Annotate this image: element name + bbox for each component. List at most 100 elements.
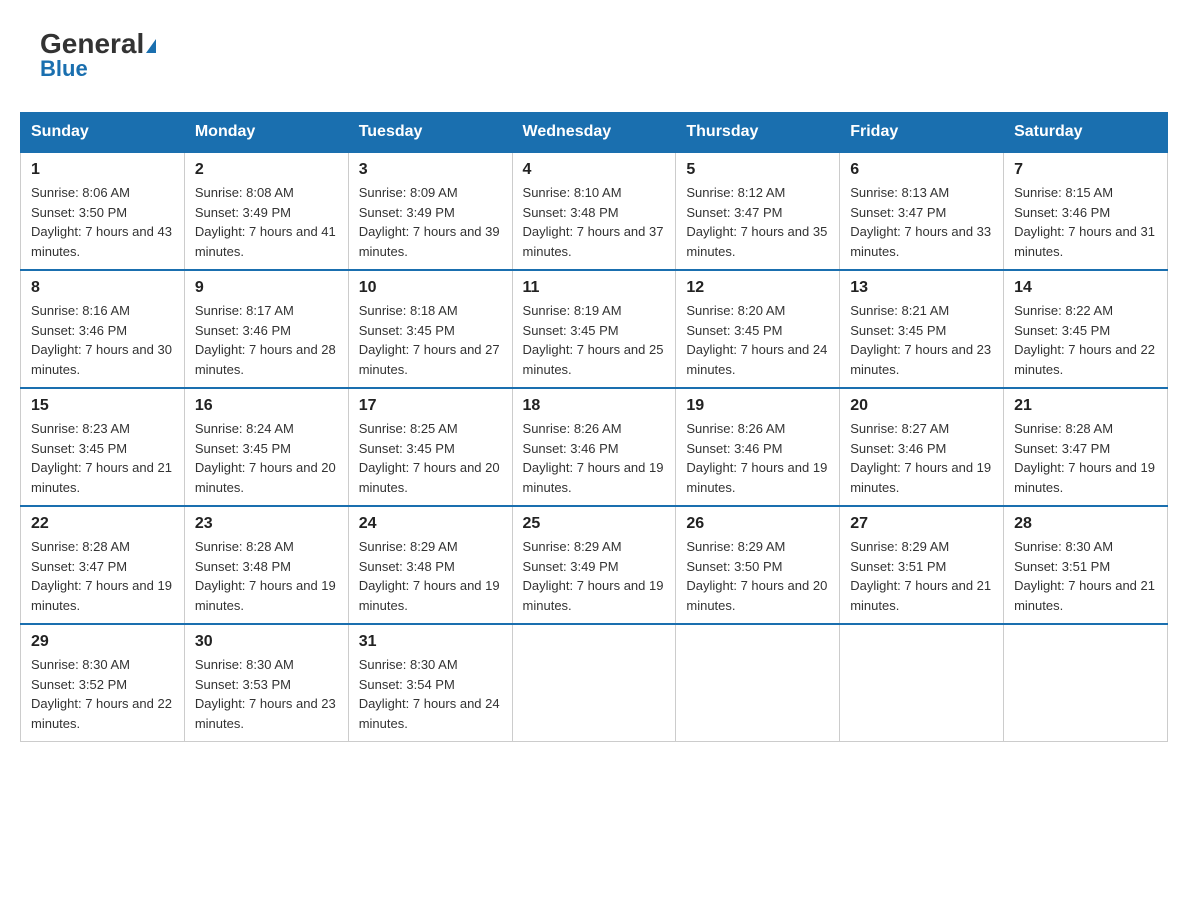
calendar-day-1: 1 Sunrise: 8:06 AMSunset: 3:50 PMDayligh… [21, 152, 185, 270]
day-number: 25 [523, 515, 666, 533]
day-number: 5 [686, 161, 829, 179]
logo: General Blue [40, 30, 156, 82]
calendar-day-23: 23 Sunrise: 8:28 AMSunset: 3:48 PMDaylig… [184, 506, 348, 624]
day-info: Sunrise: 8:17 AMSunset: 3:46 PMDaylight:… [195, 303, 336, 377]
calendar-header-friday: Friday [840, 113, 1004, 153]
day-info: Sunrise: 8:26 AMSunset: 3:46 PMDaylight:… [686, 421, 827, 495]
day-info: Sunrise: 8:16 AMSunset: 3:46 PMDaylight:… [31, 303, 172, 377]
calendar-day-29: 29 Sunrise: 8:30 AMSunset: 3:52 PMDaylig… [21, 624, 185, 742]
day-info: Sunrise: 8:25 AMSunset: 3:45 PMDaylight:… [359, 421, 500, 495]
day-info: Sunrise: 8:29 AMSunset: 3:49 PMDaylight:… [523, 539, 664, 613]
calendar-day-3: 3 Sunrise: 8:09 AMSunset: 3:49 PMDayligh… [348, 152, 512, 270]
day-info: Sunrise: 8:26 AMSunset: 3:46 PMDaylight:… [523, 421, 664, 495]
calendar-day-8: 8 Sunrise: 8:16 AMSunset: 3:46 PMDayligh… [21, 270, 185, 388]
day-number: 11 [523, 279, 666, 297]
calendar-day-28: 28 Sunrise: 8:30 AMSunset: 3:51 PMDaylig… [1004, 506, 1168, 624]
calendar-header-saturday: Saturday [1004, 113, 1168, 153]
day-info: Sunrise: 8:29 AMSunset: 3:51 PMDaylight:… [850, 539, 991, 613]
calendar-day-14: 14 Sunrise: 8:22 AMSunset: 3:45 PMDaylig… [1004, 270, 1168, 388]
calendar-day-15: 15 Sunrise: 8:23 AMSunset: 3:45 PMDaylig… [21, 388, 185, 506]
calendar-week-row: 29 Sunrise: 8:30 AMSunset: 3:52 PMDaylig… [21, 624, 1168, 742]
calendar-day-5: 5 Sunrise: 8:12 AMSunset: 3:47 PMDayligh… [676, 152, 840, 270]
calendar-week-row: 8 Sunrise: 8:16 AMSunset: 3:46 PMDayligh… [21, 270, 1168, 388]
calendar-day-31: 31 Sunrise: 8:30 AMSunset: 3:54 PMDaylig… [348, 624, 512, 742]
day-number: 2 [195, 161, 338, 179]
day-number: 22 [31, 515, 174, 533]
day-number: 20 [850, 397, 993, 415]
calendar-week-row: 1 Sunrise: 8:06 AMSunset: 3:50 PMDayligh… [21, 152, 1168, 270]
calendar-day-4: 4 Sunrise: 8:10 AMSunset: 3:48 PMDayligh… [512, 152, 676, 270]
day-number: 18 [523, 397, 666, 415]
day-number: 31 [359, 633, 502, 651]
calendar-day-26: 26 Sunrise: 8:29 AMSunset: 3:50 PMDaylig… [676, 506, 840, 624]
calendar-header-wednesday: Wednesday [512, 113, 676, 153]
calendar-day-13: 13 Sunrise: 8:21 AMSunset: 3:45 PMDaylig… [840, 270, 1004, 388]
day-info: Sunrise: 8:06 AMSunset: 3:50 PMDaylight:… [31, 185, 172, 259]
day-info: Sunrise: 8:12 AMSunset: 3:47 PMDaylight:… [686, 185, 827, 259]
calendar-day-16: 16 Sunrise: 8:24 AMSunset: 3:45 PMDaylig… [184, 388, 348, 506]
day-number: 21 [1014, 397, 1157, 415]
day-number: 23 [195, 515, 338, 533]
logo-triangle-icon [146, 39, 156, 53]
calendar-empty-cell [840, 624, 1004, 742]
day-number: 4 [523, 161, 666, 179]
calendar-header-sunday: Sunday [21, 113, 185, 153]
calendar-header-row: SundayMondayTuesdayWednesdayThursdayFrid… [21, 113, 1168, 153]
day-info: Sunrise: 8:19 AMSunset: 3:45 PMDaylight:… [523, 303, 664, 377]
day-number: 28 [1014, 515, 1157, 533]
day-number: 27 [850, 515, 993, 533]
calendar-empty-cell [676, 624, 840, 742]
day-info: Sunrise: 8:27 AMSunset: 3:46 PMDaylight:… [850, 421, 991, 495]
calendar-day-10: 10 Sunrise: 8:18 AMSunset: 3:45 PMDaylig… [348, 270, 512, 388]
day-info: Sunrise: 8:30 AMSunset: 3:52 PMDaylight:… [31, 657, 172, 731]
day-info: Sunrise: 8:08 AMSunset: 3:49 PMDaylight:… [195, 185, 336, 259]
day-info: Sunrise: 8:13 AMSunset: 3:47 PMDaylight:… [850, 185, 991, 259]
day-number: 9 [195, 279, 338, 297]
day-number: 14 [1014, 279, 1157, 297]
day-number: 3 [359, 161, 502, 179]
calendar-day-18: 18 Sunrise: 8:26 AMSunset: 3:46 PMDaylig… [512, 388, 676, 506]
calendar-day-11: 11 Sunrise: 8:19 AMSunset: 3:45 PMDaylig… [512, 270, 676, 388]
day-info: Sunrise: 8:28 AMSunset: 3:47 PMDaylight:… [1014, 421, 1155, 495]
day-number: 24 [359, 515, 502, 533]
day-info: Sunrise: 8:20 AMSunset: 3:45 PMDaylight:… [686, 303, 827, 377]
day-number: 1 [31, 161, 174, 179]
calendar-day-19: 19 Sunrise: 8:26 AMSunset: 3:46 PMDaylig… [676, 388, 840, 506]
day-info: Sunrise: 8:15 AMSunset: 3:46 PMDaylight:… [1014, 185, 1155, 259]
calendar-day-27: 27 Sunrise: 8:29 AMSunset: 3:51 PMDaylig… [840, 506, 1004, 624]
day-info: Sunrise: 8:30 AMSunset: 3:53 PMDaylight:… [195, 657, 336, 731]
day-info: Sunrise: 8:18 AMSunset: 3:45 PMDaylight:… [359, 303, 500, 377]
day-number: 17 [359, 397, 502, 415]
day-info: Sunrise: 8:29 AMSunset: 3:48 PMDaylight:… [359, 539, 500, 613]
logo-blue-text: Blue [40, 56, 88, 82]
day-number: 30 [195, 633, 338, 651]
calendar-empty-cell [512, 624, 676, 742]
day-number: 12 [686, 279, 829, 297]
calendar-day-21: 21 Sunrise: 8:28 AMSunset: 3:47 PMDaylig… [1004, 388, 1168, 506]
day-number: 29 [31, 633, 174, 651]
calendar-day-6: 6 Sunrise: 8:13 AMSunset: 3:47 PMDayligh… [840, 152, 1004, 270]
calendar-header-tuesday: Tuesday [348, 113, 512, 153]
calendar-header-thursday: Thursday [676, 113, 840, 153]
calendar-day-9: 9 Sunrise: 8:17 AMSunset: 3:46 PMDayligh… [184, 270, 348, 388]
day-number: 8 [31, 279, 174, 297]
calendar-day-12: 12 Sunrise: 8:20 AMSunset: 3:45 PMDaylig… [676, 270, 840, 388]
calendar-day-7: 7 Sunrise: 8:15 AMSunset: 3:46 PMDayligh… [1004, 152, 1168, 270]
calendar-day-20: 20 Sunrise: 8:27 AMSunset: 3:46 PMDaylig… [840, 388, 1004, 506]
calendar-day-24: 24 Sunrise: 8:29 AMSunset: 3:48 PMDaylig… [348, 506, 512, 624]
day-number: 26 [686, 515, 829, 533]
logo-general: General [40, 30, 156, 58]
calendar-day-22: 22 Sunrise: 8:28 AMSunset: 3:47 PMDaylig… [21, 506, 185, 624]
day-info: Sunrise: 8:30 AMSunset: 3:51 PMDaylight:… [1014, 539, 1155, 613]
day-info: Sunrise: 8:24 AMSunset: 3:45 PMDaylight:… [195, 421, 336, 495]
calendar-empty-cell [1004, 624, 1168, 742]
day-info: Sunrise: 8:28 AMSunset: 3:47 PMDaylight:… [31, 539, 172, 613]
day-number: 6 [850, 161, 993, 179]
day-info: Sunrise: 8:23 AMSunset: 3:45 PMDaylight:… [31, 421, 172, 495]
day-number: 16 [195, 397, 338, 415]
day-info: Sunrise: 8:28 AMSunset: 3:48 PMDaylight:… [195, 539, 336, 613]
day-info: Sunrise: 8:29 AMSunset: 3:50 PMDaylight:… [686, 539, 827, 613]
day-info: Sunrise: 8:10 AMSunset: 3:48 PMDaylight:… [523, 185, 664, 259]
calendar-table: SundayMondayTuesdayWednesdayThursdayFrid… [20, 112, 1168, 742]
calendar-day-2: 2 Sunrise: 8:08 AMSunset: 3:49 PMDayligh… [184, 152, 348, 270]
